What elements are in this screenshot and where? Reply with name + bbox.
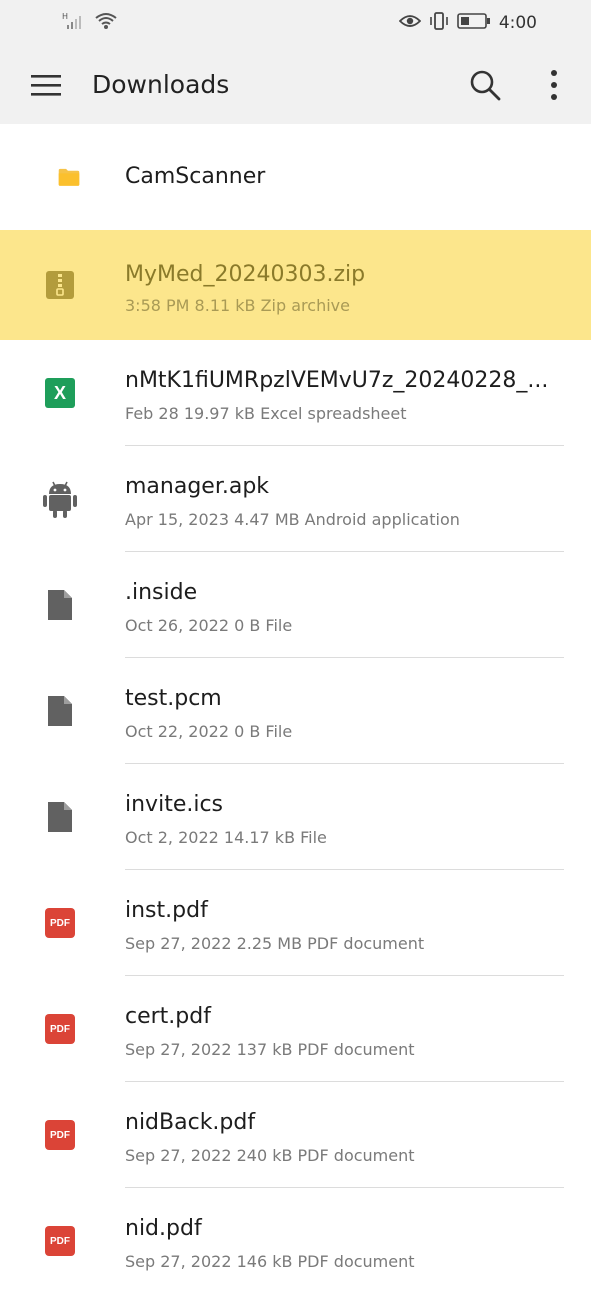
list-item-folder[interactable]: CamScanner <box>0 124 591 230</box>
file-name: nidBack.pdf <box>125 1110 256 1135</box>
file-icon <box>40 585 80 625</box>
status-bar: H 4:00 <box>0 0 591 46</box>
list-item-pdf[interactable]: PDF inst.pdf Sep 27, 2022 2.25 MB PDF do… <box>0 870 591 976</box>
battery-icon <box>457 12 491 34</box>
search-icon <box>470 70 501 101</box>
list-item-file[interactable]: invite.ics Oct 2, 2022 14.17 kB File <box>0 764 591 870</box>
zip-icon <box>40 265 80 305</box>
file-name: inst.pdf <box>125 898 208 923</box>
file-name: cert.pdf <box>125 1004 211 1029</box>
file-name: test.pcm <box>125 686 222 711</box>
status-right: 4:00 <box>398 11 537 36</box>
file-name: invite.ics <box>125 792 224 817</box>
eye-icon <box>398 13 422 34</box>
file-meta: Sep 27, 2022 146 kB PDF document <box>125 1252 415 1271</box>
signal-icon: H <box>62 11 88 36</box>
more-vert-icon <box>551 70 557 100</box>
list-item-pdf[interactable]: PDF nidBack.pdf Sep 27, 2022 240 kB PDF … <box>0 1082 591 1188</box>
list-item-file[interactable]: test.pcm Oct 22, 2022 0 B File <box>0 658 591 764</box>
list-item-file[interactable]: .inside Oct 26, 2022 0 B File <box>0 552 591 658</box>
app-bar: Downloads <box>0 46 591 124</box>
file-meta: 3:58 PM 8.11 kB Zip archive <box>125 296 350 315</box>
list-item-apk[interactable]: manager.apk Apr 15, 2023 4.47 MB Android… <box>0 446 591 552</box>
file-meta: Apr 15, 2023 4.47 MB Android application <box>125 510 460 529</box>
hamburger-menu-icon <box>31 75 61 96</box>
file-icon <box>40 797 80 837</box>
pdf-icon: PDF <box>40 1009 80 1049</box>
wifi-icon <box>94 11 118 36</box>
file-name: MyMed_20240303.zip <box>125 262 366 287</box>
folder-icon <box>40 157 80 197</box>
list-item-excel[interactable]: X nMtK1fiUMRpzlVEMvU7z_20240228_... Feb … <box>0 340 591 446</box>
search-button[interactable] <box>462 62 508 108</box>
file-meta: Sep 27, 2022 137 kB PDF document <box>125 1040 415 1059</box>
menu-button[interactable] <box>22 64 70 106</box>
excel-badge: X <box>45 378 75 408</box>
status-time: 4:00 <box>498 13 537 33</box>
file-meta: Oct 26, 2022 0 B File <box>125 616 293 635</box>
file-name: nMtK1fiUMRpzlVEMvU7z_20240228_... <box>125 368 549 393</box>
file-name: .inside <box>125 580 198 605</box>
list-item-pdf[interactable]: PDF nid.pdf Sep 27, 2022 146 kB PDF docu… <box>0 1188 591 1294</box>
pdf-badge: PDF <box>45 908 75 938</box>
file-meta: Feb 28 19.97 kB Excel spreadsheet <box>125 404 407 423</box>
status-left: H <box>62 12 118 34</box>
pdf-badge: PDF <box>45 1120 75 1150</box>
pdf-badge: PDF <box>45 1014 75 1044</box>
file-list: CamScanner MyMed_20240303.zip 3:58 PM 8.… <box>0 124 591 1294</box>
pdf-icon: PDF <box>40 1115 80 1155</box>
svg-text:H: H <box>62 12 68 21</box>
pdf-badge: PDF <box>45 1226 75 1256</box>
file-meta: Oct 22, 2022 0 B File <box>125 722 293 741</box>
page-title: Downloads <box>92 70 230 99</box>
file-icon <box>40 691 80 731</box>
file-meta: Oct 2, 2022 14.17 kB File <box>125 828 327 847</box>
file-meta: Sep 27, 2022 2.25 MB PDF document <box>125 934 425 953</box>
vibrate-icon <box>429 11 449 36</box>
file-name: CamScanner <box>125 164 266 189</box>
list-item-pdf[interactable]: PDF cert.pdf Sep 27, 2022 137 kB PDF doc… <box>0 976 591 1082</box>
list-item-zip[interactable]: MyMed_20240303.zip 3:58 PM 8.11 kB Zip a… <box>0 230 591 340</box>
pdf-icon: PDF <box>40 903 80 943</box>
file-name: manager.apk <box>125 474 270 499</box>
more-options-button[interactable] <box>532 62 576 108</box>
file-meta: Sep 27, 2022 240 kB PDF document <box>125 1146 415 1165</box>
pdf-icon: PDF <box>40 1221 80 1261</box>
android-icon <box>40 479 80 519</box>
excel-icon: X <box>40 373 80 413</box>
file-name: nid.pdf <box>125 1216 202 1241</box>
